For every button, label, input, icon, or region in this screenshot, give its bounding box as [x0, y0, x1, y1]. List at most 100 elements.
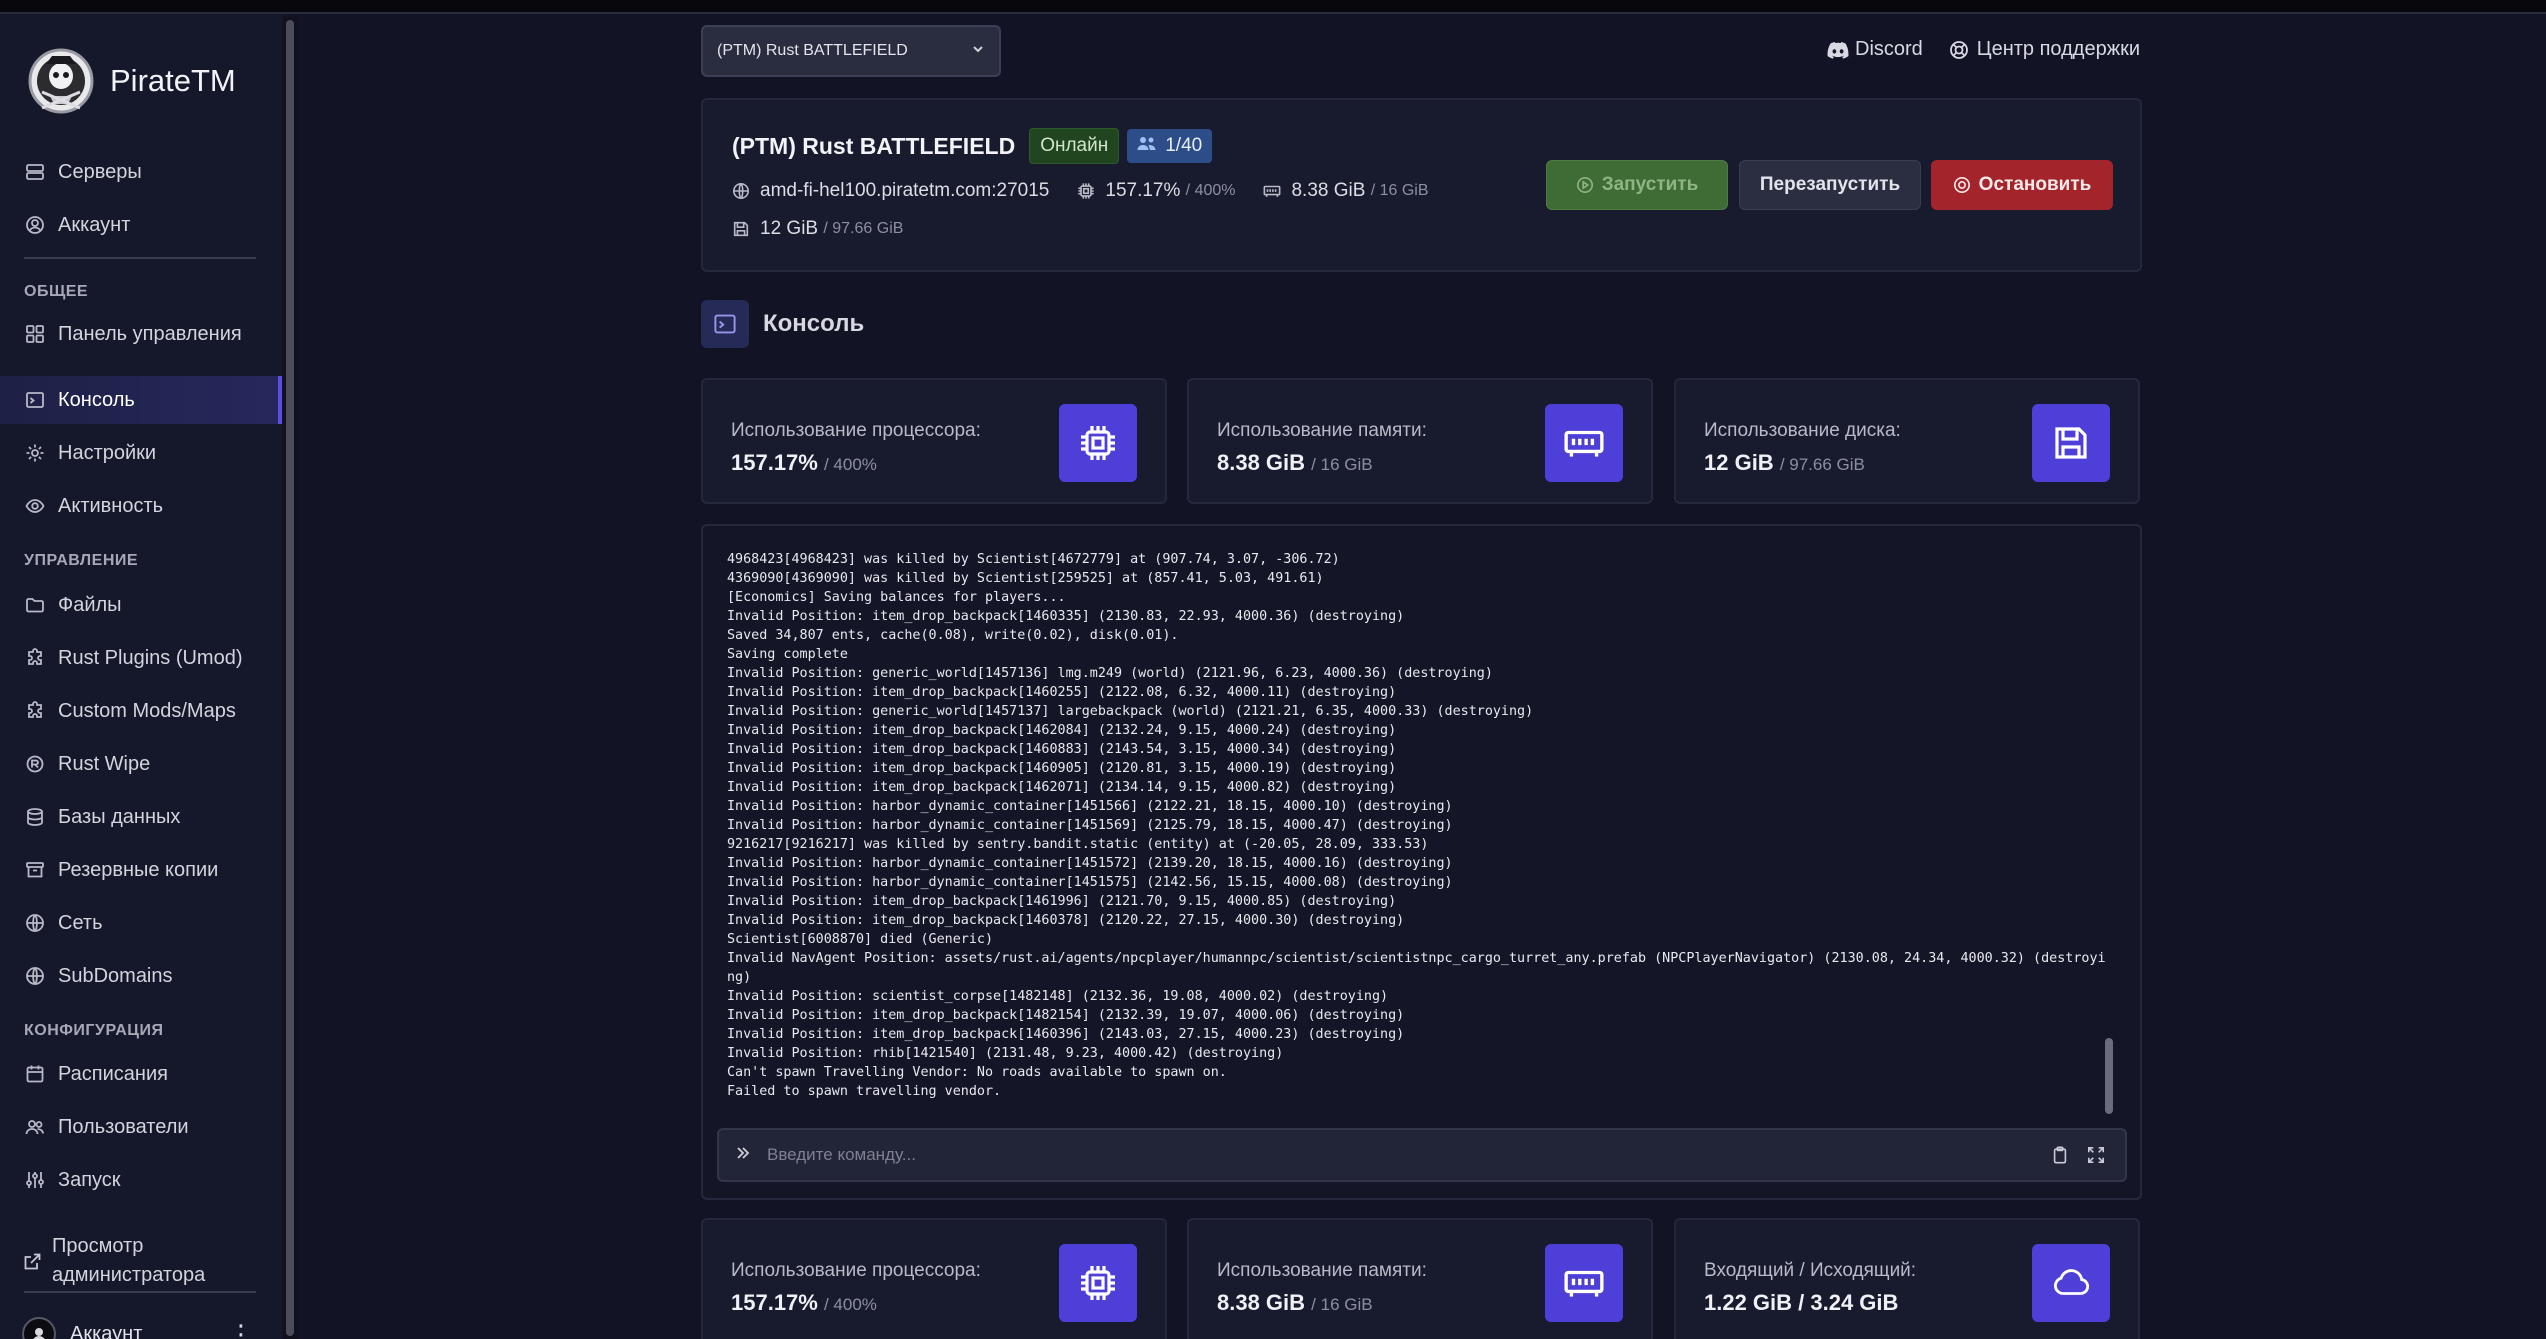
- console-line: Invalid Position: harbor_dynamic_contain…: [727, 799, 1453, 814]
- server-title-row: (PTM) Rust BATTLEFIELD Онлайн 1/40: [732, 128, 1213, 164]
- start-button[interactable]: Запустить: [1546, 160, 1728, 210]
- section-title-management: УПРАВЛЕНИЕ: [24, 552, 139, 569]
- console-line: Invalid Position: item_drop_backpack[146…: [727, 1027, 1405, 1042]
- sidebar-scrollbar[interactable]: [283, 16, 297, 1339]
- database-icon: [24, 806, 46, 828]
- console-line: Invalid Position: item_drop_backpack[148…: [727, 1008, 1405, 1023]
- server-meta: amd-fi-hel100.piratetm.com:27015 157.17%…: [732, 180, 1457, 202]
- sidebar-item-files[interactable]: Файлы: [0, 581, 282, 629]
- console-line: Invalid Position: generic_world[1457137]…: [727, 704, 1534, 719]
- sidebar-item-label: Резервные копии: [58, 858, 219, 881]
- sidebar-item-rust-plugins[interactable]: Rust Plugins (Umod): [0, 634, 282, 682]
- rust-icon: [24, 753, 46, 775]
- restart-button[interactable]: Перезапустить: [1739, 160, 1921, 210]
- external-link-icon: [22, 1252, 42, 1274]
- sidebar-item-account[interactable]: Аккаунт: [0, 201, 282, 249]
- console-line: Invalid Position: item_drop_backpack[146…: [727, 913, 1405, 928]
- support-link[interactable]: Центр поддержки: [1949, 38, 2140, 61]
- discord-icon: [1827, 39, 1849, 61]
- fullscreen-icon[interactable]: [2083, 1142, 2109, 1168]
- terminal-icon: [701, 300, 749, 348]
- console-heading: Консоль: [701, 300, 864, 348]
- network-traffic-card: Входящий / Исходящий: 1.22 GiB / 3.24 Gi…: [1674, 1218, 2140, 1339]
- users-icon: [1137, 135, 1157, 157]
- memory-icon: [1263, 181, 1283, 201]
- server-memory-value: 8.38 GiB: [1291, 180, 1366, 201]
- server-memory-limit: / 16 GiB: [1370, 182, 1429, 199]
- server-address: amd-fi-hel100.piratetm.com:27015: [732, 180, 1049, 202]
- puzzle-icon: [24, 647, 46, 669]
- sidebar-item-dashboard[interactable]: Панель управления: [0, 310, 282, 358]
- console-line: Invalid Position: item_drop_backpack[146…: [727, 761, 1397, 776]
- console-panel: 4968423[4968423] was killed by Scientist…: [701, 524, 2142, 1200]
- brand[interactable]: PirateTM: [26, 36, 236, 126]
- sidebar-item-servers[interactable]: Серверы: [0, 148, 282, 196]
- sidebar-item-network[interactable]: Сеть: [0, 899, 282, 947]
- players-badge: 1/40: [1127, 129, 1213, 163]
- sidebar-item-settings[interactable]: Настройки: [0, 429, 282, 477]
- sidebar-item-label: Запуск: [58, 1168, 121, 1191]
- sidebar-item-backups[interactable]: Резервные копии: [0, 846, 282, 894]
- sidebar-item-rust-wipe[interactable]: Rust Wipe: [0, 740, 282, 788]
- sidebar-scrollbar-thumb[interactable]: [286, 20, 294, 1336]
- sidebar-item-console[interactable]: Консоль: [0, 376, 282, 424]
- sidebar-item-activity[interactable]: Активность: [0, 482, 282, 530]
- stat-value: 8.38 GiB / 16 GiB: [1217, 450, 1373, 475]
- sidebar-item-subdomains[interactable]: SubDomains: [0, 952, 282, 1000]
- console-line: Invalid Position: item_drop_backpack[146…: [727, 685, 1397, 700]
- command-input[interactable]: [767, 1145, 2037, 1165]
- discord-link[interactable]: Discord: [1827, 38, 1923, 61]
- pirate-logo: [26, 42, 96, 120]
- globe-icon: [24, 965, 46, 987]
- sidebar-item-label: Аккаунт: [58, 213, 131, 236]
- brand-name: PirateTM: [110, 63, 236, 98]
- sidebar-item-databases[interactable]: Базы данных: [0, 793, 282, 841]
- sidebar-item-label: Custom Mods/Maps: [58, 699, 236, 722]
- players-count: 1/40: [1165, 135, 1203, 156]
- console-line: Can't spawn Travelling Vendor: No roads …: [727, 1065, 1227, 1080]
- servers-icon: [24, 161, 46, 183]
- chevron-down-icon: [971, 42, 985, 61]
- console-line: Invalid Position: harbor_dynamic_contain…: [727, 875, 1453, 890]
- sidebar-item-startup[interactable]: Запуск: [0, 1156, 282, 1204]
- gear-icon: [24, 442, 46, 464]
- sidebar-item-label: Пользователи: [58, 1115, 189, 1138]
- server-name: (PTM) Rust BATTLEFIELD: [732, 132, 1016, 159]
- chevrons-right-icon: [735, 1144, 751, 1167]
- console-line: Saved 34,807 ents, cache(0.08), write(0.…: [727, 628, 1179, 643]
- stat-value: 157.17% / 400%: [731, 450, 877, 475]
- top-links: Discord Центр поддержки: [1801, 38, 2140, 61]
- admin-view-link[interactable]: Просмотр администратора: [22, 1232, 262, 1290]
- stat-label: Использование процессора:: [731, 420, 981, 441]
- kebab-menu-icon[interactable]: ⋮: [228, 1321, 254, 1339]
- sidebar-item-label: Расписания: [58, 1062, 168, 1085]
- sidebar-item-label: Консоль: [58, 388, 135, 411]
- stat-value: 1.22 GiB / 3.24 GiB: [1704, 1290, 1899, 1315]
- clipboard-icon[interactable]: [2047, 1142, 2073, 1168]
- console-scrollbar-thumb[interactable]: [2105, 1038, 2113, 1114]
- stat-value: 8.38 GiB / 16 GiB: [1217, 1290, 1373, 1315]
- console-line: Invalid Position: item_drop_backpack[146…: [727, 609, 1405, 624]
- sidebar: PirateTM Серверы Аккаунт ОБЩЕЕ Панель уп…: [0, 14, 282, 1339]
- lifebuoy-icon: [1949, 39, 1971, 61]
- sidebar-item-label: Активность: [58, 494, 164, 517]
- command-bar: [717, 1128, 2127, 1182]
- sidebar-item-custom-mods[interactable]: Custom Mods/Maps: [0, 687, 282, 735]
- console-output[interactable]: 4968423[4968423] was killed by Scientist…: [727, 550, 2106, 1101]
- console-line: Invalid Position: rhib[1421540] (2131.48…: [727, 1046, 1284, 1061]
- console-line: Invalid NavAgent Position: assets/rust.a…: [727, 951, 2106, 966]
- account-menu[interactable]: Аккаунт ⋮: [22, 1314, 254, 1339]
- server-select-value: (PTM) Rust BATTLEFIELD: [717, 42, 908, 59]
- server-select[interactable]: (PTM) Rust BATTLEFIELD: [701, 25, 1001, 77]
- sidebar-item-users[interactable]: Пользователи: [0, 1103, 282, 1151]
- console-line: Scientist[6008870] died (Generic): [727, 932, 994, 947]
- console-line: 9216217[9216217] was killed by sentry.ba…: [727, 837, 1429, 852]
- console-line: 4369090[4369090] was killed by Scientist…: [727, 571, 1324, 586]
- stop-button-label: Остановить: [1978, 174, 2092, 195]
- stop-button[interactable]: Остановить: [1931, 160, 2113, 210]
- account-icon: [24, 214, 46, 236]
- sidebar-item-label: Rust Wipe: [58, 752, 151, 775]
- sidebar-item-schedules[interactable]: Расписания: [0, 1050, 282, 1098]
- restart-button-label: Перезапустить: [1759, 174, 1901, 195]
- network-icon: [24, 912, 46, 934]
